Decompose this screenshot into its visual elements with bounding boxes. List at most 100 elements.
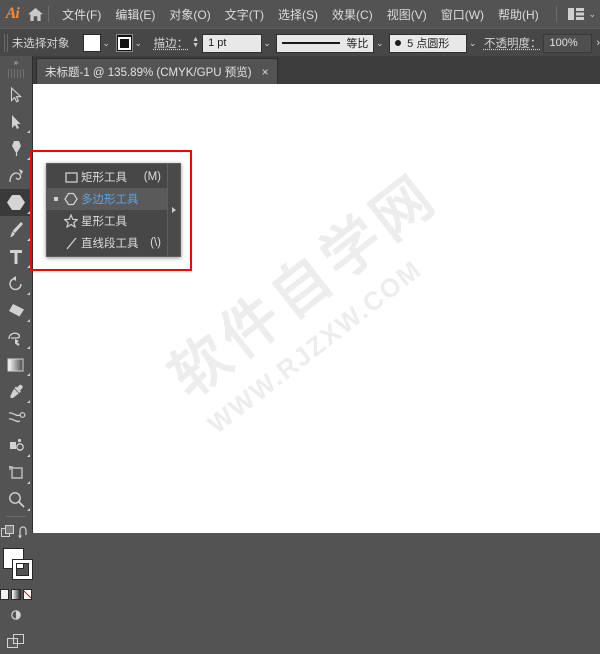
tool-eyedropper[interactable]	[0, 378, 32, 405]
tool-curvature[interactable]	[0, 162, 32, 189]
eyedropper-tool-icon	[10, 384, 23, 398]
opacity-label[interactable]: 不透明度：	[484, 35, 542, 51]
workspace-switcher[interactable]: ⌄	[564, 6, 600, 22]
stroke-weight-label[interactable]: 描边：	[154, 35, 189, 51]
swap-fill-stroke-icon[interactable]	[17, 525, 31, 539]
brush-definition-label: 5 点圆形	[407, 38, 450, 50]
tool-eraser[interactable]	[0, 297, 32, 324]
tool-rotate[interactable]	[0, 270, 32, 297]
tool-type[interactable]	[0, 243, 32, 270]
flyout-item-rectangle-tool[interactable]: 矩形工具 (M)	[47, 166, 167, 188]
flyout-current-marker	[51, 197, 61, 201]
tools-panel-collapse-icon[interactable]: »	[0, 56, 32, 69]
rotate-tool-icon	[9, 275, 22, 290]
stroke-color-swatch[interactable]	[115, 34, 133, 52]
flyout-indicator-icon	[27, 454, 30, 457]
flyout-item-label: 矩形工具	[81, 172, 127, 184]
stroke-profile-chevron-icon[interactable]: ⌄	[374, 34, 385, 53]
flyout-indicator-icon	[27, 373, 30, 376]
brush-definition-chevron-icon[interactable]: ⌄	[467, 34, 478, 53]
menu-item-view[interactable]: 视图(V)	[380, 2, 434, 27]
menu-divider	[48, 6, 50, 22]
stroke-weight-stepper[interactable]: ▲ ▼	[192, 34, 199, 52]
gradient-button[interactable]	[11, 589, 21, 600]
stroke-profile-select[interactable]: 等比	[276, 33, 375, 53]
menu-item-help[interactable]: 帮助(H)	[491, 2, 546, 27]
flyout-item-line-segment-tool[interactable]: 直线段工具 (\)	[47, 232, 167, 254]
document-tab[interactable]: 未标题-1 @ 135.89% (CMYK/GPU 预览) ×	[36, 58, 278, 84]
watermark-chinese-text: 软件自学网	[157, 161, 450, 411]
flyout-indicator-icon	[27, 481, 30, 484]
menu-item-type[interactable]: 文字(T)	[218, 2, 271, 27]
control-bar-grip[interactable]	[2, 34, 9, 52]
tool-symbol-sprayer[interactable]	[0, 432, 32, 459]
stroke-weight-input[interactable]: 1 pt	[202, 33, 262, 53]
edit-toolbar-icon[interactable]	[1, 525, 15, 539]
star-icon	[61, 214, 81, 228]
polygon-icon	[61, 192, 81, 206]
stroke-dropdown-chevron-icon[interactable]: ⌄	[133, 34, 144, 52]
flyout-item-star-tool[interactable]: 星形工具	[47, 210, 167, 232]
flyout-indicator-icon	[27, 238, 30, 241]
menu-item-select[interactable]: 选择(S)	[271, 2, 325, 27]
tools-divider	[6, 516, 26, 517]
canvas-area[interactable]: 软件自学网 WWW.RJZXW.COM	[32, 84, 600, 533]
fill-color-swatch[interactable]	[83, 34, 101, 52]
none-button[interactable]	[22, 589, 32, 600]
fill-and-stroke-indicator[interactable]	[0, 546, 33, 586]
menu-item-object[interactable]: 对象(O)	[162, 2, 217, 27]
tool-zoom[interactable]	[0, 486, 32, 513]
artboard-tool-icon	[8, 465, 23, 479]
fill-dropdown-chevron-icon[interactable]: ⌄	[101, 34, 112, 52]
flyout-indicator-icon	[27, 211, 30, 214]
flyout-item-label: 直线段工具	[81, 238, 139, 250]
tools-panel-drag-handle[interactable]	[8, 69, 24, 78]
flyout-indicator-icon	[27, 319, 30, 322]
tool-gradient[interactable]	[0, 351, 32, 378]
close-icon[interactable]: ×	[262, 66, 269, 78]
tool-selection[interactable]	[0, 81, 32, 108]
tool-blend[interactable]	[0, 405, 32, 432]
menu-item-file[interactable]: 文件(F)	[55, 2, 108, 27]
control-bar-overflow-icon[interactable]: ›	[596, 37, 600, 49]
flyout-item-shortcut: (M)	[143, 171, 161, 183]
home-icon[interactable]	[25, 0, 47, 28]
symbol-sprayer-tool-icon	[10, 438, 24, 451]
chevron-down-icon: ⌄	[588, 8, 596, 19]
tool-paintbrush[interactable]	[0, 216, 32, 243]
stroke-profile-label: 等比	[346, 38, 369, 50]
tool-shape[interactable]	[0, 189, 32, 216]
eraser-tool-icon	[8, 304, 24, 317]
flyout-tearoff-strip[interactable]	[167, 164, 180, 256]
workspace-divider	[555, 6, 557, 22]
tools-panel: »	[0, 56, 33, 648]
flyout-item-polygon-tool[interactable]: 多边形工具	[47, 188, 167, 210]
tool-artboard[interactable]	[0, 459, 32, 486]
watermark-url-text: WWW.RJZXW.COM	[201, 253, 428, 440]
color-button[interactable]	[0, 589, 10, 600]
control-bar: 未选择对象 ⌄ ⌄ 描边： ▲ ▼ 1 pt ⌄ 等比 ⌄ 5 点圆形 ⌄ 不透明…	[0, 28, 600, 58]
illustrator-window: Ai 文件(F) 编辑(E) 对象(O) 文字(T) 选择(S) 效果(C) 视…	[0, 0, 600, 648]
zoom-tool-icon	[8, 492, 25, 508]
change-screen-mode-button[interactable]	[0, 628, 32, 654]
drawing-mode-button[interactable]	[0, 602, 32, 628]
rectangle-icon	[61, 171, 81, 184]
tear-off-arrow-icon	[172, 207, 176, 213]
direct-selection-tool-icon	[12, 114, 21, 129]
tool-shape-builder[interactable]	[0, 324, 32, 351]
type-tool-icon	[10, 249, 22, 264]
stroke-weight-chevron-icon[interactable]: ⌄	[262, 34, 273, 53]
brush-definition-select[interactable]: 5 点圆形	[389, 33, 468, 53]
tool-pen[interactable]	[0, 135, 32, 162]
menu-item-edit[interactable]: 编辑(E)	[108, 2, 162, 27]
flyout-indicator-icon	[27, 508, 30, 511]
flyout-item-shortcut: (\)	[150, 237, 161, 249]
opacity-input[interactable]: 100%	[543, 33, 593, 53]
menu-item-window[interactable]: 窗口(W)	[434, 2, 491, 27]
stroke-color-indicator[interactable]	[12, 559, 33, 580]
menu-item-effect[interactable]: 效果(C)	[325, 2, 380, 27]
screen-mode-icon	[7, 633, 24, 648]
flyout-indicator-icon	[27, 400, 30, 403]
app-logo-icon: Ai	[5, 5, 20, 22]
tool-direct-selection[interactable]	[0, 108, 32, 135]
